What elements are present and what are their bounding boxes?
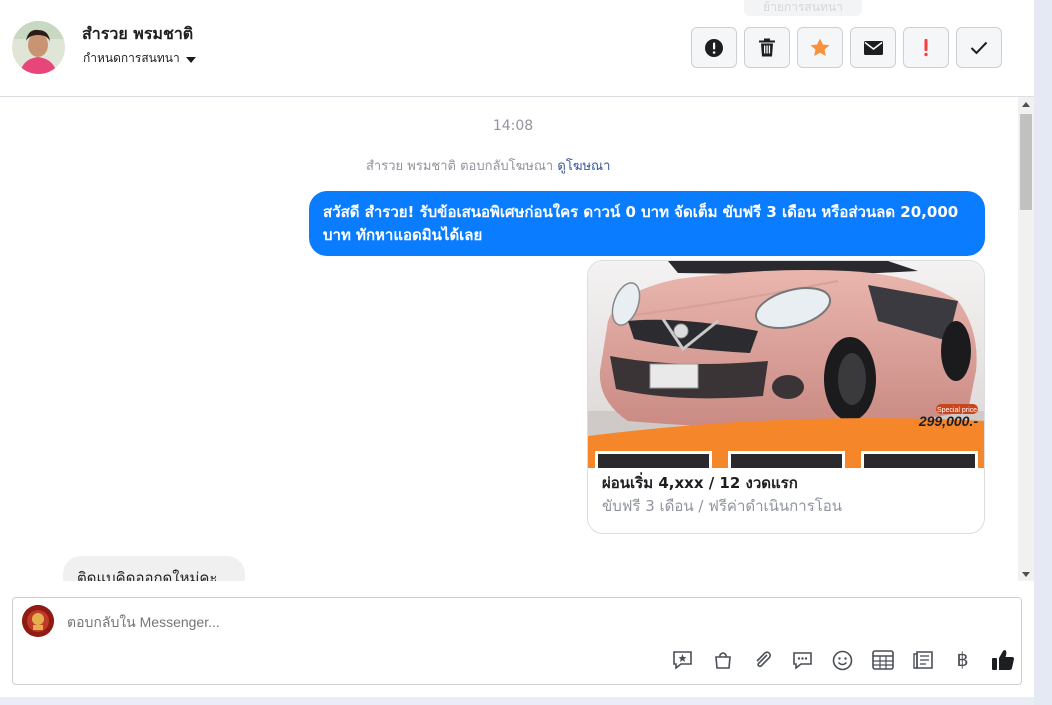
thread-scrollbar[interactable]: [1018, 97, 1034, 581]
message-thread[interactable]: 14:08 สำรวย พรมชาติ ตอบกลับโฆษณา ดูโฆษณา…: [0, 97, 1018, 581]
shopping-bag-icon[interactable]: [709, 648, 736, 672]
paperclip-icon[interactable]: [749, 648, 776, 672]
quick-reply-icon[interactable]: [669, 648, 696, 672]
page-avatar: [22, 605, 54, 637]
composer-toolbar: ฿: [669, 648, 1016, 672]
contact-name[interactable]: สำรวย พรมชาติ: [82, 22, 193, 47]
ad-price: 299,000.-: [918, 413, 978, 429]
scroll-up-arrow-icon[interactable]: [1022, 102, 1030, 107]
car-ad-image: Special price 299,000.-: [588, 261, 984, 468]
scrollbar-thumb[interactable]: [1020, 114, 1032, 210]
reply-composer: ฿: [12, 597, 1022, 685]
incoming-message-bubble[interactable]: ติดแบคิดออกดใหม่คะ: [63, 556, 245, 581]
star-icon: [810, 38, 830, 56]
report-button[interactable]: [691, 27, 737, 68]
conversation-header: สำรวย พรมชาติ กำหนดการสนทนา ย้ายการสนทนา: [0, 0, 1034, 97]
baht-icon[interactable]: ฿: [949, 648, 976, 672]
inbox-panel: สำรวย พรมชาติ กำหนดการสนทนา ย้ายการสนทนา: [0, 0, 1034, 697]
exclamation-icon: [924, 38, 928, 56]
flag-button[interactable]: [903, 27, 949, 68]
view-ad-link[interactable]: ดูโฆษณา: [557, 159, 610, 174]
outgoing-message-bubble[interactable]: สวัสดี สำรวย! รับข้อเสนอพิเศษก่อนใคร ดาว…: [309, 191, 985, 256]
ad-card-title: ผ่อนเริ่ม 4,xxx / 12 งวดแรก: [602, 474, 798, 492]
message-timestamp: 14:08: [492, 118, 534, 134]
conversation-toolbar: [691, 27, 1002, 68]
mark-unread-button[interactable]: [850, 27, 896, 68]
exclamation-circle-icon: [705, 38, 723, 57]
scroll-down-arrow-icon[interactable]: [1022, 572, 1030, 577]
ad-card-subtitle: ขับฟรี 3 เดือน / ฟรีค่าดำเนินการโอน: [602, 497, 843, 515]
move-conversation-tooltip: ย้ายการสนทนา: [744, 0, 862, 16]
reply-input[interactable]: [67, 614, 667, 630]
ad-reply-notice: สำรวย พรมชาติ ตอบกลับโฆษณา ดูโฆษณา: [366, 155, 610, 176]
table-icon[interactable]: [869, 648, 896, 672]
contact-avatar[interactable]: [12, 21, 65, 74]
ad-reply-text: สำรวย พรมชาติ ตอบกลับโฆษณา: [366, 159, 554, 174]
notes-icon[interactable]: [909, 648, 936, 672]
baht-glyph: ฿: [956, 649, 969, 671]
done-button[interactable]: [956, 27, 1002, 68]
conversation-settings-dropdown[interactable]: กำหนดการสนทนา: [83, 49, 196, 68]
delete-button[interactable]: [744, 27, 790, 68]
emoji-icon[interactable]: [829, 648, 856, 672]
trash-icon: [759, 38, 775, 57]
conversation-settings-label: กำหนดการสนทนา: [83, 51, 180, 65]
like-icon[interactable]: [989, 648, 1016, 672]
check-icon: [970, 41, 988, 54]
saved-reply-icon[interactable]: [789, 648, 816, 672]
caret-down-icon: [185, 56, 196, 63]
window-edge: [1034, 0, 1052, 705]
star-button[interactable]: [797, 27, 843, 68]
ad-card[interactable]: Special price 299,000.- ผ่อนเริ่ม 4,xxx …: [587, 260, 985, 534]
envelope-icon: [863, 40, 883, 55]
